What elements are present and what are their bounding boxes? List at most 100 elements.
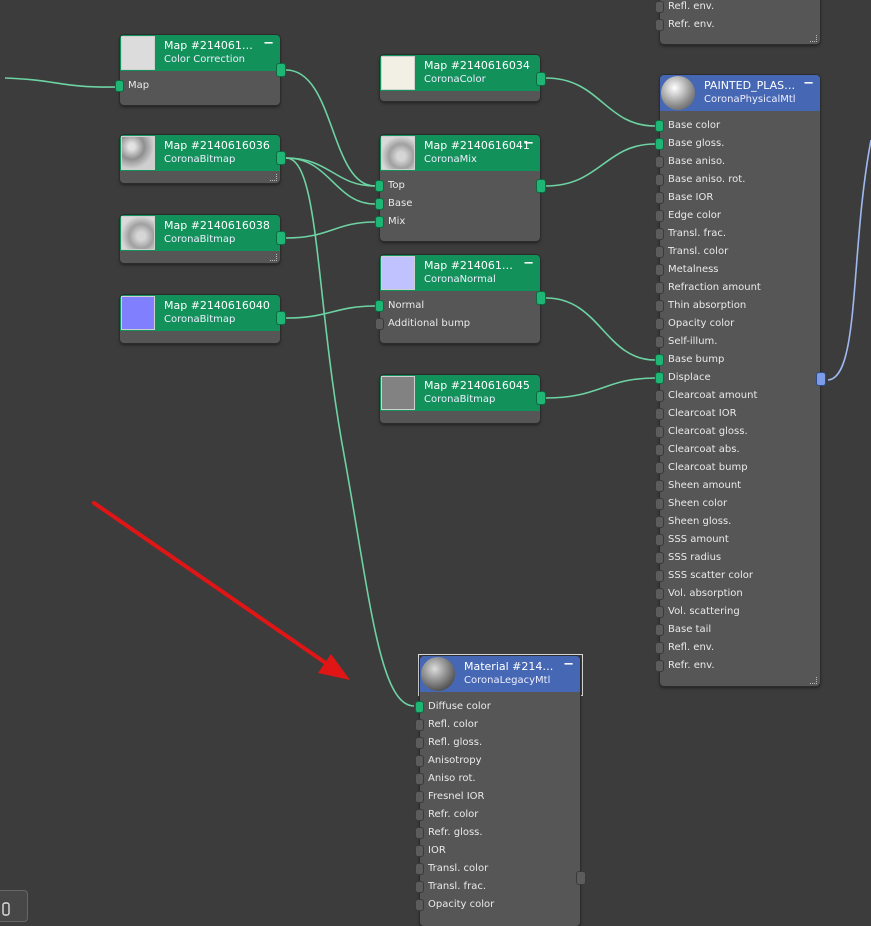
input-port[interactable] [656, 517, 663, 527]
input-port[interactable] [416, 882, 423, 892]
output-port[interactable] [277, 232, 285, 244]
minimize-icon[interactable]: − [803, 76, 814, 91]
input-port[interactable] [656, 175, 663, 185]
input-port[interactable] [656, 337, 663, 347]
input-port[interactable] [656, 265, 663, 275]
resize-grip-icon[interactable] [270, 174, 277, 181]
input-port[interactable] [416, 846, 423, 856]
input-port[interactable] [416, 738, 423, 748]
input-port[interactable] [656, 211, 663, 221]
input-port[interactable] [416, 702, 423, 712]
input-port[interactable] [656, 229, 663, 239]
minimize-icon[interactable]: − [523, 136, 534, 151]
node-header[interactable]: Map #2140616036 CoronaBitmap [120, 135, 285, 171]
minimize-icon[interactable]: − [563, 657, 574, 672]
slot-base-ior: Base IOR [656, 189, 820, 207]
node-header[interactable]: Map #2140616030 Color Correction − [120, 35, 285, 76]
input-port[interactable] [656, 121, 663, 131]
input-port[interactable] [416, 810, 423, 820]
input-port[interactable] [656, 2, 663, 12]
node-header[interactable]: Map #2140616043 CoronaNormal − [380, 255, 545, 304]
node-legacy-material[interactable]: Material #2147483647 CoronaLegacyMtl − D… [416, 656, 585, 926]
input-port[interactable] [416, 828, 423, 838]
material-output-port[interactable] [817, 373, 825, 385]
input-port[interactable] [656, 193, 663, 203]
input-port[interactable] [656, 301, 663, 311]
input-port[interactable] [656, 499, 663, 509]
input-port[interactable] [376, 301, 383, 311]
input-port[interactable] [656, 535, 663, 545]
input-port[interactable] [656, 20, 663, 30]
node-bitmap-040[interactable]: Map #2140616040 CoronaBitmap [120, 295, 285, 343]
input-port[interactable] [656, 157, 663, 167]
node-header[interactable]: Map #2140616034 CoronaColor [380, 55, 545, 91]
input-port[interactable] [656, 661, 663, 671]
navigator-corner-button[interactable] [0, 890, 28, 922]
output-port[interactable] [537, 392, 545, 404]
input-port[interactable] [656, 427, 663, 437]
node-header[interactable]: Map #2140616041 CoronaMix − [380, 135, 545, 192]
input-port[interactable] [376, 217, 383, 227]
minimize-icon[interactable]: − [263, 36, 274, 51]
input-port[interactable] [376, 319, 383, 329]
node-bitmap-036[interactable]: Map #2140616036 CoronaBitmap [120, 135, 285, 183]
node-header[interactable]: Map #2140616045 CoronaBitmap [380, 375, 545, 411]
node-corona-mix[interactable]: Map #2140616041 CoronaMix − Top Base Mix [376, 135, 545, 241]
slot-edge-color: Edge color [656, 207, 820, 225]
input-port[interactable] [656, 409, 663, 419]
input-port[interactable] [656, 625, 663, 635]
node-painted-plastic[interactable]: PAINTED_PLASTIC CoronaPhysicalMtl − Base… [656, 75, 825, 686]
output-port[interactable] [277, 152, 285, 164]
slot-aniso-rot: Aniso rot. [416, 770, 580, 788]
minimize-icon[interactable]: − [523, 256, 534, 271]
input-port[interactable] [416, 756, 423, 766]
wire-bitmap040-to-normal [285, 305, 376, 319]
node-color-correction[interactable]: Map #2140616030 Color Correction − Map [116, 35, 285, 105]
material-output-port[interactable] [577, 872, 585, 884]
node-header[interactable]: Map #2140616038 CoronaBitmap [120, 215, 285, 251]
node-header[interactable]: Map #2140616040 CoronaBitmap [120, 295, 285, 331]
node-header[interactable]: Material #2147483647 CoronaLegacyMtl − [420, 656, 580, 692]
input-port[interactable] [376, 181, 383, 191]
input-port[interactable] [376, 199, 383, 209]
input-port[interactable] [656, 283, 663, 293]
node-corona-color[interactable]: Map #2140616034 CoronaColor [380, 55, 545, 101]
input-port[interactable] [416, 864, 423, 874]
input-port[interactable] [656, 553, 663, 563]
input-port[interactable] [656, 247, 663, 257]
node-bitmap-038[interactable]: Map #2140616038 CoronaBitmap [120, 215, 285, 263]
input-port[interactable] [656, 355, 663, 365]
node-header[interactable]: PAINTED_PLASTIC CoronaPhysicalMtl − [660, 75, 820, 111]
input-port[interactable] [656, 445, 663, 455]
slot-clearcoat-gloss: Clearcoat gloss. [656, 423, 820, 441]
resize-grip-icon[interactable] [270, 254, 277, 261]
input-port[interactable] [116, 81, 123, 91]
output-port[interactable] [537, 73, 545, 85]
input-port[interactable] [656, 481, 663, 491]
resize-grip-icon[interactable] [810, 677, 817, 684]
input-port[interactable] [656, 373, 663, 383]
resize-grip-icon[interactable] [810, 35, 817, 42]
slot-self-illum: Self-illum. [656, 333, 820, 351]
map-preview-thumbnail [121, 36, 155, 70]
node-partial-top[interactable]: Refl. env. Refr. env. [656, 0, 820, 44]
input-port[interactable] [656, 589, 663, 599]
slot-ior: IOR [416, 842, 580, 860]
input-port[interactable] [656, 607, 663, 617]
input-port[interactable] [416, 774, 423, 784]
input-port[interactable] [656, 139, 663, 149]
wire-normal-to-basebump [545, 297, 656, 361]
node-bitmap-045[interactable]: Map #2140616045 CoronaBitmap [380, 375, 545, 423]
input-port[interactable] [416, 720, 423, 730]
input-port[interactable] [656, 319, 663, 329]
input-port[interactable] [656, 571, 663, 581]
input-port[interactable] [656, 643, 663, 653]
output-port[interactable] [277, 312, 285, 324]
input-port[interactable] [416, 900, 423, 910]
input-port[interactable] [656, 391, 663, 401]
slot-base-gloss: Base gloss. [656, 135, 820, 153]
input-port[interactable] [656, 463, 663, 473]
input-port[interactable] [416, 792, 423, 802]
node-corona-normal[interactable]: Map #2140616043 CoronaNormal − Normal Ad… [376, 255, 545, 343]
slot-sss-scatter-color: SSS scatter color [656, 567, 820, 585]
